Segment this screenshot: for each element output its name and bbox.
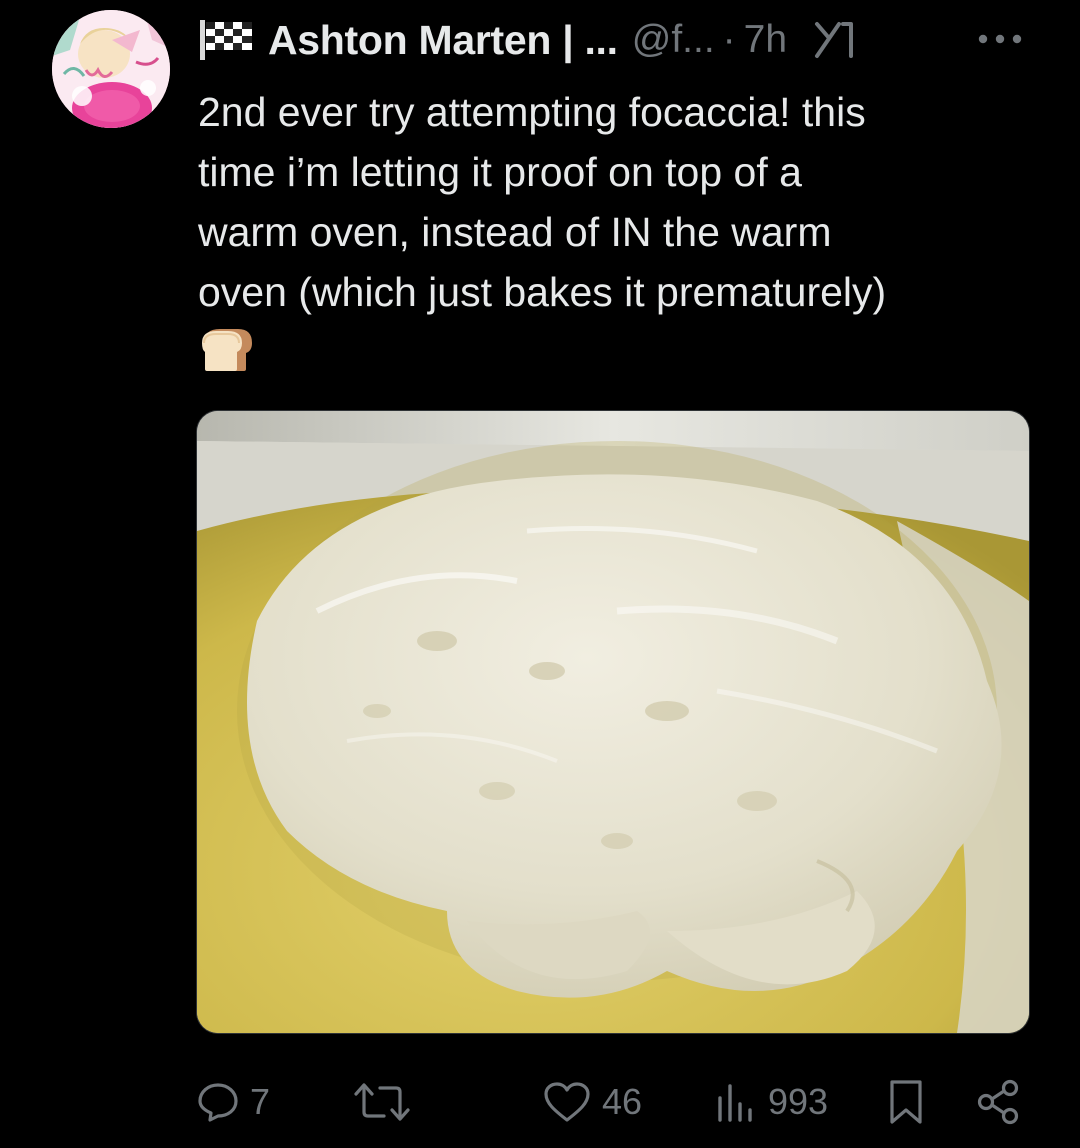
views-icon: [718, 1084, 752, 1122]
tweet-text-line: oven (which just bakes it prematurely): [198, 269, 887, 315]
like-icon: [544, 1082, 590, 1122]
bread-icon: [202, 329, 252, 371]
views-count: 993: [768, 1081, 829, 1122]
share-icon: [977, 1079, 1019, 1125]
more-icon[interactable]: [975, 26, 1025, 52]
separator-dot: ·: [722, 18, 736, 61]
like-count: 46: [602, 1081, 643, 1122]
reply-icon: [198, 1083, 238, 1122]
reply-button[interactable]: 7: [196, 1072, 270, 1132]
author-handle[interactable]: @f...: [632, 18, 715, 62]
tweet-action-bar: 7 46 993: [196, 1072, 1036, 1132]
author-display-name[interactable]: Ashton Marten | ...: [268, 17, 618, 64]
tweet-text-line: time i’m letting it proof on top of a: [198, 149, 802, 195]
focaccia-dough-photo: [197, 411, 1029, 1033]
flag-icon: [200, 20, 252, 60]
retweet-button[interactable]: [354, 1072, 420, 1132]
bookmark-icon: [890, 1080, 922, 1124]
share-button[interactable]: [974, 1072, 1022, 1132]
views-button[interactable]: 993: [714, 1072, 828, 1132]
tweet-media-image[interactable]: [196, 410, 1030, 1034]
tweet-text-line: warm oven, instead of IN the warm: [198, 209, 832, 255]
retweet-icon: [354, 1083, 410, 1121]
tweet-header: Ashton Marten | ... @f... · 7h: [198, 12, 857, 68]
reply-count: 7: [250, 1081, 271, 1122]
bookmark-button[interactable]: [886, 1072, 926, 1132]
like-button[interactable]: 46: [542, 1072, 642, 1132]
tweet-text: 2nd ever try attempting focaccia! this t…: [198, 82, 1038, 322]
timestamp[interactable]: 7h: [744, 18, 787, 62]
tweet-text-line: 2nd ever try attempting focaccia! this: [198, 89, 866, 135]
avatar-illustration: [52, 10, 170, 128]
avatar[interactable]: [52, 10, 170, 128]
grok-icon[interactable]: [813, 20, 857, 60]
